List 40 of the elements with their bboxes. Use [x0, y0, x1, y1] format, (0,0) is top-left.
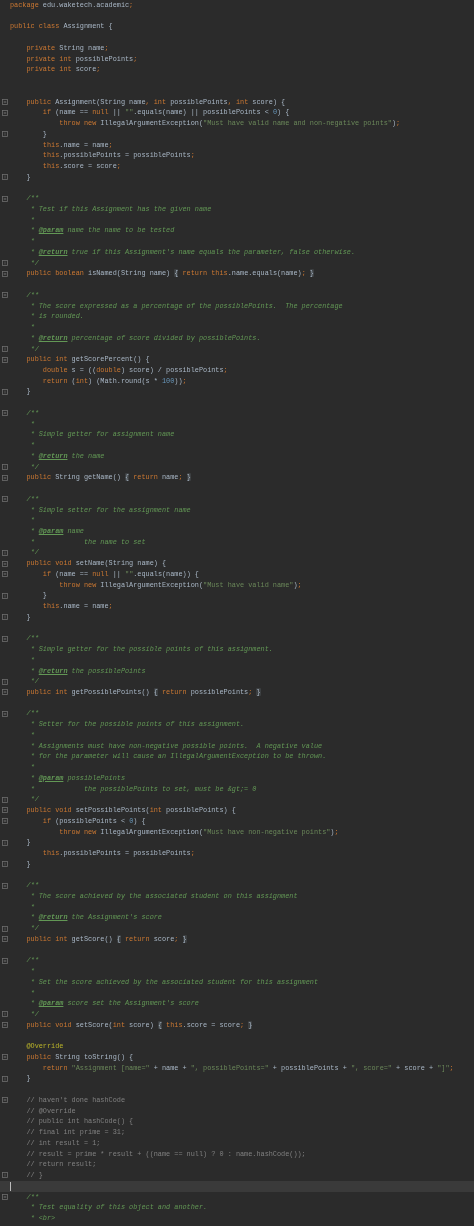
fold-icon[interactable] [2, 1075, 8, 1082]
fold-icon[interactable] [2, 560, 8, 567]
fold-icon[interactable] [2, 98, 8, 105]
fold-icon[interactable] [2, 131, 8, 138]
fold-icon[interactable] [2, 925, 8, 932]
fold-icon[interactable] [2, 356, 8, 363]
fold-icon[interactable] [2, 410, 8, 417]
fold-icon[interactable] [2, 463, 8, 470]
fold-icon[interactable] [2, 678, 8, 685]
fold-icon[interactable] [2, 292, 8, 299]
fold-icon[interactable] [2, 1011, 8, 1018]
fold-icon[interactable] [2, 195, 8, 202]
fold-icon[interactable] [2, 807, 8, 814]
fold-icon[interactable] [2, 689, 8, 696]
fold-icon[interactable] [2, 549, 8, 556]
fold-icon[interactable] [2, 1022, 8, 1029]
fold-icon[interactable] [2, 614, 8, 621]
fold-icon[interactable] [2, 592, 8, 599]
fold-icon[interactable] [2, 1193, 8, 1200]
fold-icon[interactable] [2, 839, 8, 846]
fold-icon[interactable] [2, 1097, 8, 1104]
fold-icon[interactable] [2, 109, 8, 116]
fold-icon[interactable] [2, 796, 8, 803]
fold-icon[interactable] [2, 260, 8, 266]
fold-icon[interactable] [2, 861, 8, 868]
fold-icon[interactable] [2, 710, 8, 717]
fold-icon[interactable] [2, 1172, 8, 1179]
fold-icon[interactable] [2, 388, 8, 395]
fold-icon[interactable] [2, 345, 8, 352]
fold-icon[interactable] [2, 571, 8, 578]
fold-icon[interactable] [2, 174, 8, 181]
fold-icon[interactable] [2, 270, 8, 277]
fold-icon[interactable] [2, 635, 8, 642]
fold-icon[interactable] [2, 474, 8, 481]
fold-icon[interactable] [2, 818, 8, 825]
fold-icon[interactable] [2, 936, 8, 943]
fold-icon[interactable] [2, 496, 8, 503]
fold-icon[interactable] [2, 1054, 8, 1061]
fold-icon[interactable] [2, 957, 8, 964]
fold-icon[interactable] [2, 882, 8, 889]
